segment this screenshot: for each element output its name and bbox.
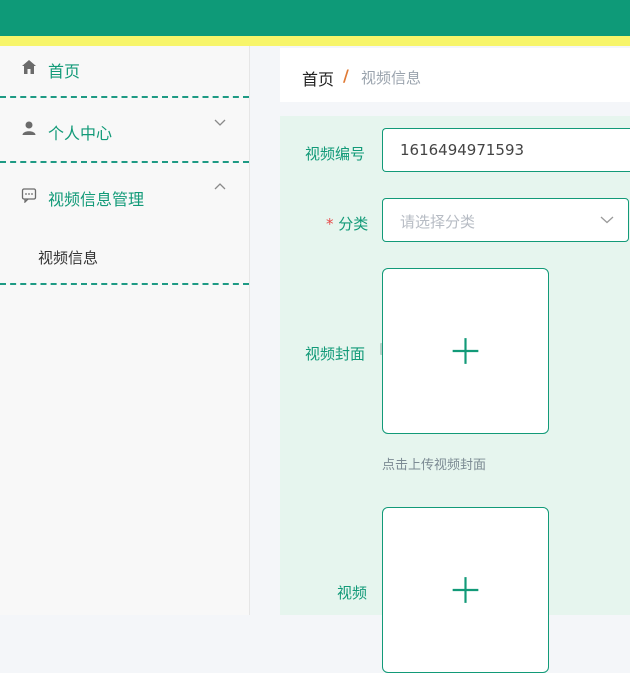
sidebar-subitem-label: 视频信息 <box>38 249 99 267</box>
video-number-field[interactable]: 1616494971593 <box>382 128 630 172</box>
category-label-text: 分类 <box>338 215 369 233</box>
breadcrumb: 首页 / 视频信息 <box>280 48 630 102</box>
header-accent-line <box>0 36 630 46</box>
category-label: * 分类 <box>326 213 368 234</box>
user-icon <box>20 120 38 138</box>
chevron-down-icon <box>600 213 614 228</box>
sidebar-item-label: 视频信息管理 <box>48 190 145 209</box>
cover-label: 视频封面 <box>305 345 366 363</box>
required-mark: * <box>326 215 334 233</box>
breadcrumb-separator: / <box>343 66 349 85</box>
sidebar-item-home[interactable]: 首页 <box>0 46 249 98</box>
plus-icon <box>452 338 479 364</box>
sidebar: 首页 个人中心 视频信息管理 视频信息 <box>0 46 250 615</box>
sidebar-item-video-management[interactable]: 视频信息管理 <box>0 163 249 225</box>
top-header-bar <box>0 0 630 36</box>
sidebar-item-personal-center[interactable]: 个人中心 <box>0 98 249 163</box>
cover-upload-hint: 点击上传视频封面 <box>382 458 487 473</box>
category-select[interactable]: 请选择分类 <box>382 198 629 242</box>
video-label: 视频 <box>337 584 368 602</box>
home-icon <box>20 59 38 77</box>
plus-icon <box>452 577 479 603</box>
breadcrumb-home[interactable]: 首页 <box>302 66 334 90</box>
video-number-value: 1616494971593 <box>400 141 525 159</box>
cover-upload-box[interactable] <box>382 268 549 434</box>
category-placeholder: 请选择分类 <box>400 213 476 231</box>
chevron-up-icon <box>214 181 226 195</box>
chevron-down-icon <box>214 116 226 130</box>
video-upload-box[interactable] <box>382 507 549 673</box>
video-number-label: 视频编号 <box>305 145 366 163</box>
sidebar-item-label: 首页 <box>48 62 81 81</box>
sidebar-item-label: 个人中心 <box>48 124 113 143</box>
sidebar-subitem-video-info[interactable]: 视频信息 <box>0 225 249 285</box>
breadcrumb-current: 视频信息 <box>361 69 422 87</box>
chat-icon <box>20 187 38 205</box>
